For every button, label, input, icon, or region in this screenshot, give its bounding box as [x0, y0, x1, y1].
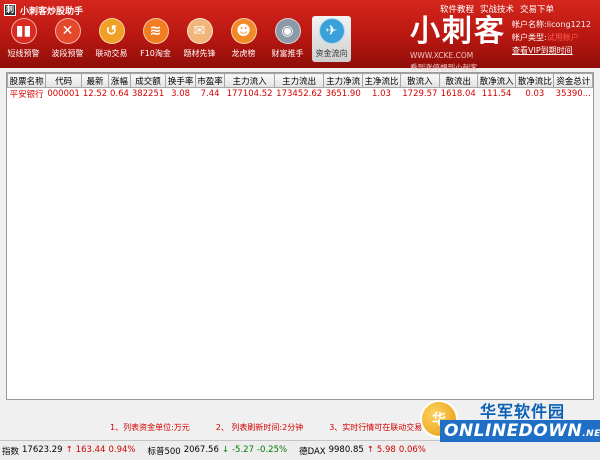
table-row[interactable]: 平安银行 000001 12.52 0.64 382251 3.08 7.44 … — [7, 87, 593, 100]
target-icon: ◉ — [274, 18, 301, 44]
col-header[interactable]: 散流入 — [400, 73, 440, 88]
col-header[interactable]: 资金总计 — [553, 73, 593, 88]
footer-notes: 1、列表资金单位:万元 2、 列表刷新时间:2分钟 3、实时行情可在联动交易中打… — [110, 422, 446, 433]
fund-flow-table: 股票名称 代码 最新 涨幅 成交额 换手率 市盈率 主力流入 主力流出 主力净流… — [6, 72, 594, 400]
account-type-label: 帐户类型: — [512, 33, 547, 42]
col-header[interactable]: 主力流入 — [224, 73, 275, 88]
col-header[interactable]: 换手率 — [165, 73, 196, 88]
cell-main-in: 177104.52 — [224, 87, 275, 100]
bar-chart-icon: ▮▮ — [10, 18, 37, 44]
cell-change: 0.64 — [108, 87, 131, 100]
flow-icon: ✈ — [318, 18, 345, 44]
watermark-cn-text: 华军软件园 — [480, 402, 566, 421]
brand-logo: 小刺客 WWW.XCKE.COM 看到涨停想到小刺客 — [410, 14, 506, 73]
tool-label: 短线预警 — [7, 49, 40, 58]
tool-label: 联动交易 — [95, 49, 128, 58]
tool-band-alert[interactable]: ✕ 波段预警 — [48, 16, 87, 62]
tool-label: F10淘金 — [140, 49, 171, 58]
envelope-icon: ✉ — [186, 18, 213, 44]
col-header[interactable]: 市盈率 — [194, 73, 226, 88]
vip-expiry-link[interactable]: 查看VIP到期时间 — [512, 46, 573, 55]
index-name: 标普500 — [147, 446, 181, 457]
layers-icon: ≋ — [142, 18, 169, 44]
tool-f10-gold[interactable]: ≋ F10淘金 — [136, 16, 175, 62]
tool-dragon-tiger[interactable]: ☻ 龙虎榜 — [224, 16, 263, 62]
cell-main-net-ratio: 1.03 — [362, 87, 401, 100]
tool-short-alert[interactable]: ▮▮ 短线预警 — [4, 16, 43, 62]
cell-retail-in: 1729.57 — [400, 87, 440, 100]
link-trade-order[interactable]: 交易下单 — [520, 3, 554, 15]
account-name-label: 帐户名称: — [512, 20, 547, 29]
index-value: 9980.85 — [328, 444, 364, 455]
app-logo-icon: 刺 — [4, 4, 16, 16]
arrow-up-icon: ↑ — [65, 444, 73, 455]
table-header-row: 股票名称 代码 最新 涨幅 成交额 换手率 市盈率 主力流入 主力流出 主力净流… — [7, 73, 593, 88]
tool-linked-trade[interactable]: ↺ 联动交易 — [92, 16, 131, 62]
note-unit: 1、列表资金单位:万元 — [110, 423, 190, 432]
cell-latest: 12.52 — [81, 87, 109, 100]
col-header[interactable]: 散净流比 — [515, 73, 555, 88]
face-icon: ☻ — [230, 18, 257, 44]
account-panel: 帐户名称:licong1212 帐户类型:试用帐户 查看VIP到期时间 — [512, 18, 591, 57]
index-name: 指数 — [2, 446, 20, 457]
cell-retail-out: 1618.04 — [439, 87, 478, 100]
col-header[interactable]: 代码 — [45, 73, 82, 88]
col-header[interactable]: 最新 — [80, 73, 110, 88]
cell-pe: 7.44 — [195, 87, 225, 100]
index-change: 163.44 — [75, 444, 106, 455]
tool-fund-flow[interactable]: ✈ 资金流向 — [312, 16, 351, 62]
account-type-value: 试用帐户 — [546, 33, 579, 42]
cross-icon: ✕ — [54, 18, 81, 44]
arrow-down-icon: ↓ — [221, 444, 229, 455]
tool-label: 财富推手 — [271, 49, 304, 58]
arrow-up-icon: ↑ — [366, 444, 374, 455]
col-header[interactable]: 散流出 — [438, 73, 478, 88]
col-header[interactable]: 散净流入 — [476, 73, 517, 88]
app-header: 刺 小刺客炒股助手 软件教程 实战技术 交易下单 ▮▮ 短线预警 ✕ 波段预警 … — [0, 0, 600, 73]
watermark-en-suffix: .NET — [582, 429, 600, 439]
index-pct: 0.94% — [108, 444, 136, 455]
tool-label: 资金流向 — [315, 49, 348, 58]
tool-label: 题材先锋 — [183, 49, 216, 58]
index-change: -5.27 — [231, 444, 254, 455]
tool-label: 龙虎榜 — [231, 49, 256, 58]
cell-turnover: 382251 — [130, 87, 166, 100]
main-toolbar: ▮▮ 短线预警 ✕ 波段预警 ↺ 联动交易 ≋ F10淘金 ✉ 题材先锋 ☻ 龙… — [4, 16, 352, 62]
cell-code: 000001 — [45, 87, 82, 100]
app-title: 小刺客炒股助手 — [20, 6, 84, 17]
index-dax: 德DAX 9980.85 ↑ 5.98 0.06% — [299, 445, 426, 457]
brand-name: 小刺客 — [410, 14, 506, 49]
cell-main-out: 173452.62 — [274, 87, 324, 100]
note-refresh: 2、 列表刷新时间:2分钟 — [215, 423, 304, 432]
watermark-en-main: ONLINEDOWN — [444, 421, 583, 441]
brand-website: WWW.XCKE.COM — [410, 51, 474, 60]
col-header[interactable]: 主净流比 — [361, 73, 402, 88]
tool-theme-pioneer[interactable]: ✉ 题材先锋 — [180, 16, 219, 62]
titlebar: 刺 小刺客炒股助手 — [4, 3, 83, 17]
index-sp500: 标普500 2067.56 ↓ -5.27 -0.25% — [147, 445, 287, 457]
site-watermark: 华 华军软件园 ONLINEDOWN.NET — [420, 388, 600, 460]
refresh-icon: ↺ — [98, 18, 125, 44]
col-header[interactable]: 涨幅 — [108, 73, 131, 88]
col-header[interactable]: 成交额 — [129, 73, 167, 88]
cell-turnover-rate: 3.08 — [165, 87, 196, 100]
cell-stock-name: 平安银行 — [7, 87, 46, 100]
index-name: 德DAX — [299, 446, 326, 457]
index-dow: 指数 17623.29 ↑ 163.44 0.94% — [2, 445, 135, 457]
col-header[interactable]: 主力净流 — [323, 73, 363, 88]
index-value: 17623.29 — [22, 444, 63, 455]
tool-label: 波段预警 — [51, 49, 84, 58]
index-pct: -0.25% — [256, 444, 288, 455]
col-header[interactable]: 股票名称 — [7, 73, 47, 88]
cell-retail-net: 111.54 — [477, 87, 516, 100]
cell-fund-total: 35390... — [553, 87, 593, 100]
cell-retail-net-ratio: 0.03 — [515, 87, 554, 100]
index-change: 5.98 — [376, 444, 396, 455]
account-name-value: licong1212 — [546, 20, 591, 29]
index-value: 2067.56 — [183, 444, 219, 455]
watermark-en-text: ONLINEDOWN.NET — [440, 420, 600, 442]
col-header[interactable]: 主力流出 — [273, 73, 325, 88]
tool-wealth-pusher[interactable]: ◉ 财富推手 — [268, 16, 307, 62]
cell-main-net: 3651.90 — [323, 87, 363, 100]
